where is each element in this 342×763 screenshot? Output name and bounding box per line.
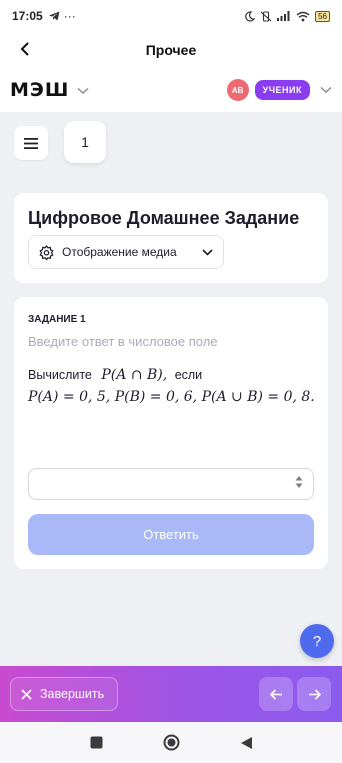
role-badge[interactable]: УЧЕНИК <box>254 80 310 100</box>
vibrate-off-icon <box>260 10 272 22</box>
number-stepper[interactable] <box>295 475 303 489</box>
status-time: 17:05 <box>12 9 43 23</box>
signal-icon <box>277 11 290 21</box>
task-number-button[interactable]: 1 <box>64 121 106 163</box>
task-label: ЗАДАНИЕ 1 <box>28 314 86 325</box>
back-arrow-icon <box>20 42 29 56</box>
home-icon[interactable] <box>163 734 180 751</box>
gear-icon <box>39 244 54 260</box>
menu-button[interactable] <box>14 126 48 160</box>
back-triangle-icon[interactable] <box>240 736 253 750</box>
status-notification-icons: ··· <box>48 9 76 23</box>
wifi-icon <box>296 11 310 21</box>
mesh-logo[interactable]: МЭШ <box>10 79 69 101</box>
hamburger-icon <box>24 137 38 149</box>
prompt-expression: P(A ∩ B), <box>101 367 168 383</box>
prompt-suffix: если <box>174 368 203 382</box>
stepper-down-icon[interactable] <box>295 483 303 489</box>
logo-chevron-down-icon[interactable] <box>77 87 89 95</box>
bottom-action-bar: Завершить <box>0 666 342 722</box>
stepper-up-icon[interactable] <box>295 475 303 481</box>
arrow-right-icon <box>308 688 321 700</box>
user-menu[interactable]: AB УЧЕНИК <box>226 79 332 101</box>
prompt-prefix: Вычислите <box>28 368 92 382</box>
title-card: Цифровое Домашнее Задание Отображение ме… <box>14 193 328 283</box>
chevron-down-icon <box>202 248 213 256</box>
answer-field[interactable] <box>28 468 314 500</box>
answer-input[interactable] <box>29 469 279 499</box>
back-button[interactable] <box>14 38 36 60</box>
task-card: ЗАДАНИЕ 1 Введите ответ в числовое поле … <box>14 297 328 569</box>
status-bar: 17:05 ··· 56 <box>0 0 342 32</box>
more-notifications-icon: ··· <box>63 9 76 23</box>
avatar[interactable]: AB <box>226 79 249 101</box>
top-bar: Прочее <box>0 32 342 68</box>
recent-apps-icon[interactable] <box>90 736 103 749</box>
previous-task-button[interactable] <box>259 677 293 711</box>
finish-label: Завершить <box>40 687 105 701</box>
media-display-dropdown[interactable]: Отображение медиа <box>28 235 224 269</box>
system-navigation-bar <box>0 722 342 763</box>
finish-button[interactable]: Завершить <box>10 677 118 711</box>
arrow-left-icon <box>269 688 282 700</box>
battery-indicator: 56 <box>315 10 330 22</box>
help-button[interactable]: ? <box>300 624 334 658</box>
close-icon <box>21 688 32 700</box>
prompt-given: P(A) = 0, 5, P(B) = 0, 6, P(A ∪ B) = 0, … <box>28 389 315 405</box>
task-hint: Введите ответ в числовое поле <box>28 334 218 349</box>
telegram-icon <box>48 11 60 21</box>
submit-answer-button[interactable]: Ответить <box>28 514 314 555</box>
app-header: МЭШ AB УЧЕНИК <box>0 68 342 112</box>
moon-icon <box>245 10 256 21</box>
assignment-title: Цифровое Домашнее Задание <box>28 208 300 228</box>
user-chevron-down-icon[interactable] <box>320 86 332 94</box>
next-task-button[interactable] <box>297 677 331 711</box>
media-display-label: Отображение медиа <box>62 245 177 259</box>
task-prompt: Вычислите P(A ∩ B), если P(A) = 0, 5, P(… <box>28 364 315 408</box>
page-title: Прочее <box>145 42 197 58</box>
